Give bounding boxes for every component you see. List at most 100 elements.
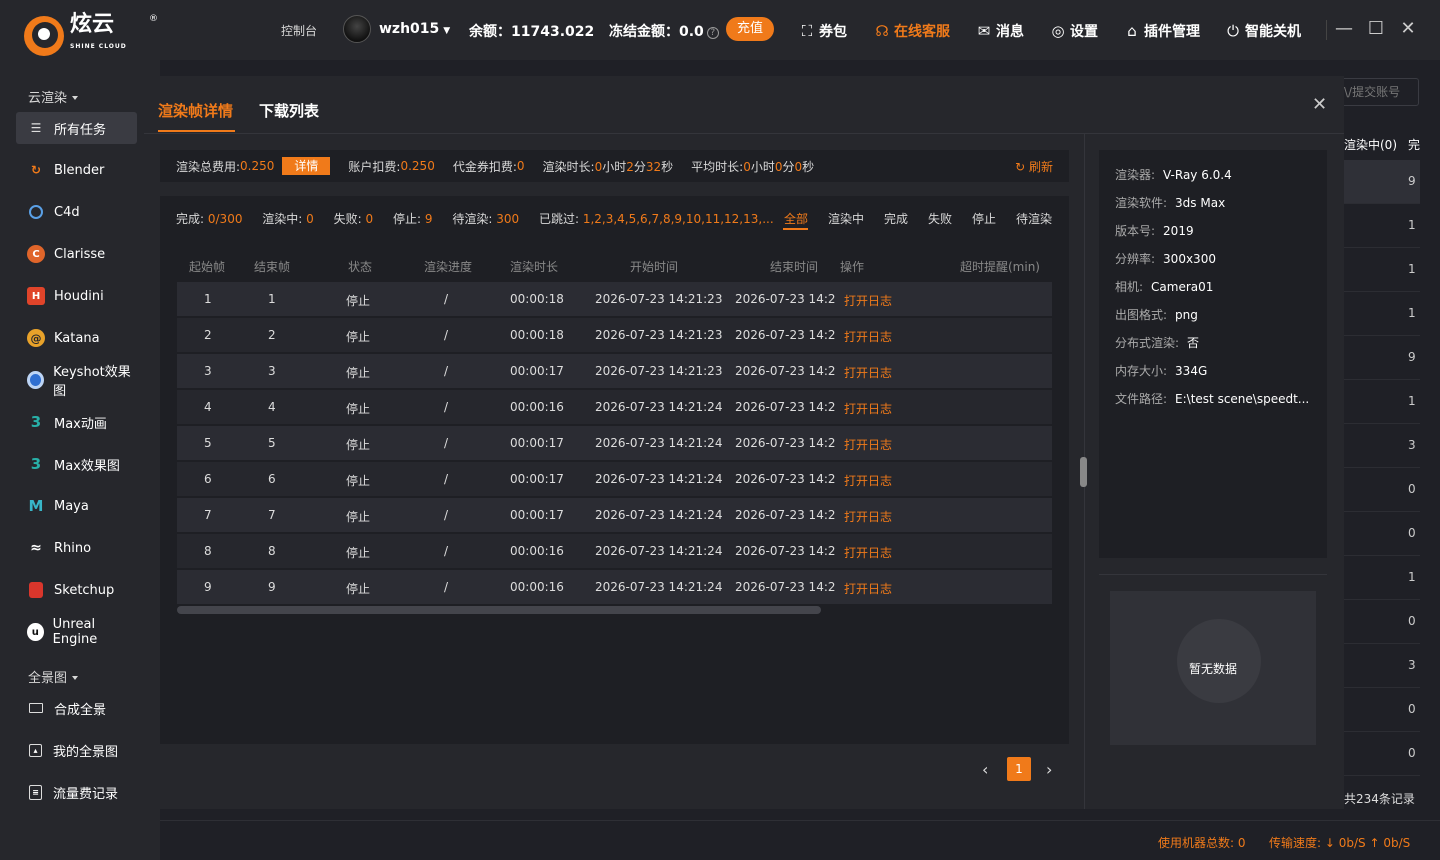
sidebar-item-traffic[interactable]: ≡ 流量费记录 (16, 776, 137, 808)
sidebar-item-unreal[interactable]: u Unreal Engine (16, 616, 137, 648)
sidebar-group-cloud[interactable]: 云渲染 (28, 87, 78, 106)
avatar[interactable] (343, 15, 371, 43)
next-page-icon[interactable]: › (1046, 760, 1052, 779)
sidebar-item-houdini[interactable]: H Houdini (16, 280, 137, 312)
background-task-row[interactable]: 0 (1344, 600, 1420, 644)
background-task-row[interactable]: 0 (1344, 688, 1420, 732)
info-line: 相机: Camera01 (1115, 278, 1320, 306)
background-search-input[interactable]: \/提交账号 (1344, 78, 1419, 106)
background-task-row[interactable]: 1 (1344, 380, 1420, 424)
minimize-icon[interactable]: — (1334, 18, 1354, 40)
cell-end: 9 (268, 580, 276, 594)
maximize-icon[interactable]: ☐ (1366, 18, 1386, 40)
current-page[interactable]: 1 (1007, 757, 1031, 781)
background-task-row[interactable]: 1 (1344, 248, 1420, 292)
background-task-row[interactable]: 1 (1344, 292, 1420, 336)
filter-tab-all[interactable]: 全部 (784, 210, 808, 227)
background-task-row[interactable]: 1 (1344, 556, 1420, 600)
sidebar-item-max-image[interactable]: 3 Max效果图 (16, 448, 137, 480)
prev-page-icon[interactable]: ‹ (982, 760, 988, 779)
open-log-link[interactable]: 打开日志 (844, 400, 892, 417)
frame-details-modal: 渲染帧详情 下载列表 ✕ 渲染总费用: 0.250 详情 账户扣费: 0.250… (144, 76, 1344, 809)
background-task-row[interactable]: 0 (1344, 512, 1420, 556)
open-log-link[interactable]: 打开日志 (844, 580, 892, 597)
settings-button[interactable]: ◎ 设置 (1050, 21, 1098, 41)
sidebar-item-label: Clarisse (54, 246, 106, 262)
open-log-link[interactable]: 打开日志 (844, 328, 892, 345)
background-row-value: 1 (1408, 306, 1416, 320)
table-row: 3 3 停止 / 00:00:17 2026-07-23 14:21:23 2026-07-… (177, 354, 1052, 388)
message-button[interactable]: ✉ 消息 (976, 21, 1024, 41)
table-row: 6 6 停止 / 00:00:17 2026-07-23 14:21:24 2026-07-… (177, 462, 1052, 496)
panorama-icon (29, 703, 43, 713)
service-button[interactable]: ☊ 在线客服 (874, 21, 950, 41)
filter-tab-waiting[interactable]: 待渲染 (1016, 210, 1052, 227)
tab-frame-details[interactable]: 渲染帧详情 (158, 100, 233, 121)
table-row: 9 9 停止 / 00:00:16 2026-07-23 14:21:24 2026-07-… (177, 570, 1052, 604)
sidebar-item-label: Rhino (54, 540, 92, 556)
background-task-row[interactable]: 3 (1344, 424, 1420, 468)
column-header: 渲染进度 (424, 260, 473, 274)
coupon-button[interactable]: ⛶ 券包 (799, 21, 847, 41)
failed-label: 失败: (333, 212, 362, 226)
background-task-row[interactable]: 9 (1344, 160, 1420, 204)
cell-begin: 2026-07-23 14:21:24 (595, 544, 723, 558)
recharge-button[interactable]: 充值 (726, 17, 774, 41)
cell-finish: 2026-07-23 14:2 (735, 364, 836, 378)
duration-hours: 0 (594, 159, 603, 174)
vertical-scrollbar[interactable] (1080, 457, 1087, 487)
filter-tab-failed[interactable]: 失败 (928, 210, 952, 227)
close-window-icon[interactable]: ✕ (1398, 18, 1418, 40)
console-link[interactable]: 控制台 (281, 22, 317, 39)
cell-duration: 00:00:17 (510, 436, 564, 450)
open-log-link[interactable]: 打开日志 (844, 508, 892, 525)
open-log-link[interactable]: 打开日志 (844, 544, 892, 561)
avg-minutes: 0 (774, 159, 783, 174)
detail-button[interactable]: 详情 (282, 157, 331, 175)
background-task-row[interactable]: 0 (1344, 468, 1420, 512)
refresh-button[interactable]: ↻ 刷新 (1015, 158, 1053, 175)
background-task-row[interactable]: 9 (1344, 336, 1420, 380)
filter-tab-done[interactable]: 完成 (884, 210, 908, 227)
frames-panel: 完成: 0/300 渲染中: 0 失败: 0 停止: 9 待渲染: 300 已跳… (160, 196, 1069, 744)
filter-tab-rendering[interactable]: 渲染中 (828, 210, 864, 227)
sidebar-item-my-pano[interactable]: ▴ 我的全景图 (16, 734, 137, 766)
sidebar-item-max-anim[interactable]: 3 Max动画 (16, 406, 137, 438)
cell-progress: / (444, 436, 449, 450)
info-key: 相机: (1115, 280, 1144, 294)
filter-tab-stopped[interactable]: 停止 (972, 210, 996, 227)
sidebar-item-c4d[interactable]: C4d (16, 196, 137, 228)
sidebar-item-sketchup[interactable]: Sketchup (16, 574, 137, 606)
list-icon: ☰ (30, 121, 42, 135)
plugins-button[interactable]: ⌂ 插件管理 (1124, 21, 1200, 41)
open-log-link[interactable]: 打开日志 (844, 472, 892, 489)
sidebar-item-katana[interactable]: @ Katana (16, 322, 137, 354)
sidebar-item-clarisse[interactable]: C Clarisse (16, 238, 137, 270)
help-icon[interactable]: ? (706, 27, 719, 39)
headset-icon: ☊ (875, 22, 889, 40)
sidebar-item-blender[interactable]: ↻ Blender (16, 154, 137, 186)
close-icon[interactable]: ✕ (1312, 94, 1327, 115)
background-task-row[interactable]: 0 (1344, 732, 1420, 776)
open-log-link[interactable]: 打开日志 (844, 364, 892, 381)
info-value: Camera01 (1151, 280, 1214, 294)
username-menu[interactable]: wzh015 ▼ (379, 21, 450, 37)
info-key: 内存大小: (1115, 364, 1168, 378)
sidebar-item-all-tasks[interactable]: ☰ 所有任务 (16, 112, 137, 144)
open-log-link[interactable]: 打开日志 (844, 436, 892, 453)
open-log-link[interactable]: 打开日志 (844, 292, 892, 309)
cell-start: 3 (204, 364, 212, 378)
cell-end: 6 (268, 472, 276, 486)
background-task-row[interactable]: 3 (1344, 644, 1420, 688)
horizontal-scrollbar[interactable] (177, 606, 821, 614)
shutdown-button[interactable]: ⏻ 智能关机 (1225, 21, 1301, 41)
brand-name: 炫云 (70, 12, 115, 37)
tab-download-list[interactable]: 下载列表 (259, 100, 319, 121)
sidebar-item-maya[interactable]: M Maya (16, 490, 137, 522)
background-task-row[interactable]: 1 (1344, 204, 1420, 248)
sidebar-item-compose-pano[interactable]: 合成全景 (16, 692, 137, 724)
sidebar-group-pano[interactable]: 全景图 (28, 667, 78, 686)
sidebar-item-rhino[interactable]: ≈ Rhino (16, 532, 137, 564)
sidebar-item-keyshot[interactable]: Keyshot效果图 (16, 364, 137, 399)
sidebar-item-label: 流量费记录 (53, 786, 119, 802)
